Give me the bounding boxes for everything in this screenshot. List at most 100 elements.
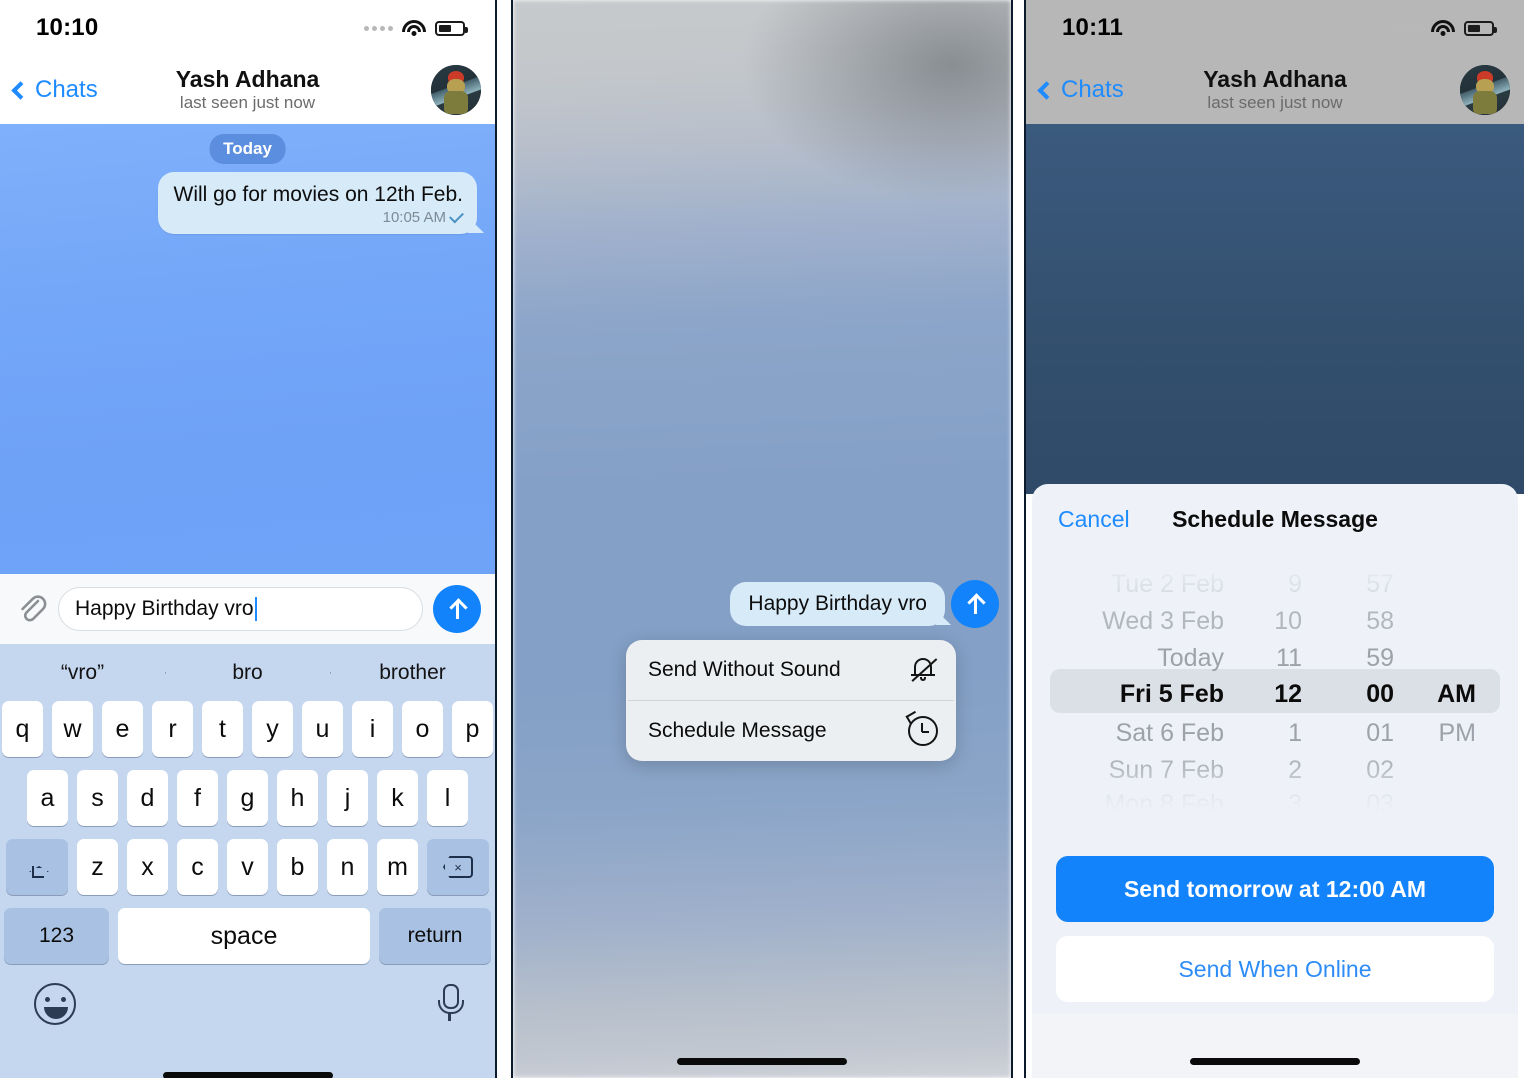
picker-date: Sun 7 Feb — [1108, 756, 1224, 784]
sheet-header: Cancel Schedule Message — [1032, 484, 1518, 554]
paperclip-icon[interactable] — [14, 592, 48, 626]
picker-row[interactable]: Today 11 59 — [1032, 640, 1518, 677]
send-button[interactable] — [433, 585, 481, 633]
picker-hour: 10 — [1274, 607, 1302, 635]
key-f[interactable]: f — [177, 770, 218, 826]
emoji-smiley-icon[interactable] — [34, 983, 76, 1025]
picker-rows: Tue 2 Feb 9 57 Wed 3 Feb 10 58 Today 11 — [1032, 562, 1518, 812]
key-i[interactable]: i — [352, 701, 393, 757]
key-y[interactable]: y — [252, 701, 293, 757]
key-a[interactable]: a — [27, 770, 68, 826]
picker-minute: 58 — [1366, 607, 1394, 635]
picker-hour: 3 — [1288, 790, 1302, 812]
suggestion-0[interactable]: “vro” — [0, 661, 165, 685]
phone-screen-compose: 10:10 Chats Yash Adhana last seen just n… — [0, 0, 497, 1078]
key-z[interactable]: z — [77, 839, 118, 895]
key-n[interactable]: n — [327, 839, 368, 895]
status-indicators — [364, 19, 468, 37]
suggestion-1[interactable]: bro — [165, 661, 330, 685]
send-arrow-up-icon — [450, 599, 464, 619]
key-o[interactable]: o — [402, 701, 443, 757]
key-w[interactable]: w — [52, 701, 93, 757]
picker-row-selected[interactable]: Fri 5 Feb 12 00 AM — [1032, 676, 1518, 713]
picker-minute: 02 — [1366, 756, 1394, 784]
menu-item-send-without-sound[interactable]: Send Without Sound — [626, 640, 956, 700]
numbers-key[interactable]: 123 — [4, 908, 109, 964]
blurred-background — [513, 0, 1011, 1078]
status-time: 10:11 — [1062, 14, 1124, 41]
key-j[interactable]: j — [327, 770, 368, 826]
key-c[interactable]: c — [177, 839, 218, 895]
message-meta: 10:05 AM — [174, 208, 464, 226]
outgoing-message-bubble[interactable]: Will go for movies on 12th Feb. 10:05 AM — [157, 172, 477, 234]
send-when-online-button[interactable]: Send When Online — [1056, 936, 1494, 1002]
signal-dots-icon — [364, 25, 393, 31]
keyboard-row-1: q w e r t y u i o p — [0, 701, 495, 757]
key-l[interactable]: l — [427, 770, 468, 826]
contact-avatar[interactable] — [1460, 65, 1510, 115]
picker-ampm: AM — [1437, 680, 1476, 708]
key-h[interactable]: h — [277, 770, 318, 826]
day-divider: Today — [209, 134, 286, 164]
signal-dots-icon — [1393, 25, 1422, 31]
picker-row[interactable]: Tue 2 Feb 9 57 — [1032, 566, 1518, 603]
return-key[interactable]: return — [379, 908, 491, 964]
cancel-button[interactable]: Cancel — [1058, 506, 1130, 533]
key-d[interactable]: d — [127, 770, 168, 826]
message-input-value: Happy Birthday vro — [75, 597, 254, 620]
battery-icon — [1464, 20, 1497, 36]
navigation-bar: Chats Yash Adhana last seen just now — [1026, 56, 1524, 124]
sent-check-icon — [449, 208, 464, 224]
picker-minute: 03 — [1366, 790, 1394, 812]
picker-row[interactable]: Wed 3 Feb 10 58 — [1032, 603, 1518, 640]
keyboard-bottom-bar — [0, 977, 495, 1025]
key-k[interactable]: k — [377, 770, 418, 826]
date-time-picker[interactable]: Tue 2 Feb 9 57 Wed 3 Feb 10 58 Today 11 — [1032, 562, 1518, 812]
key-v[interactable]: v — [227, 839, 268, 895]
picker-row[interactable]: Sat 6 Feb 1 01 PM — [1032, 715, 1518, 752]
send-options-menu: Send Without Sound Schedule Message — [626, 640, 956, 761]
picker-date: Today — [1157, 644, 1224, 672]
wifi-icon — [1431, 19, 1455, 37]
microphone-icon[interactable] — [437, 984, 464, 1024]
menu-item-schedule-message[interactable]: Schedule Message — [626, 701, 956, 761]
picker-minute: 57 — [1366, 570, 1394, 598]
back-to-chats-button[interactable]: Chats — [1037, 76, 1124, 104]
key-u[interactable]: u — [302, 701, 343, 757]
bell-slash-icon — [910, 655, 938, 685]
key-s[interactable]: s — [77, 770, 118, 826]
sheet-footer — [1032, 1014, 1518, 1078]
home-indicator — [677, 1058, 847, 1065]
send-tomorrow-button[interactable]: Send tomorrow at 12:00 AM — [1056, 856, 1494, 922]
key-x[interactable]: x — [127, 839, 168, 895]
contact-avatar[interactable] — [431, 65, 481, 115]
picker-hour: 1 — [1288, 719, 1302, 747]
message-input-bar: Happy Birthday vro — [0, 574, 495, 644]
battery-icon — [435, 20, 468, 36]
suggestion-2[interactable]: brother — [330, 661, 495, 685]
picker-row[interactable]: Mon 8 Feb 3 03 — [1032, 786, 1518, 812]
message-input[interactable]: Happy Birthday vro — [58, 587, 423, 631]
message-time: 10:05 AM — [382, 209, 446, 226]
key-e[interactable]: e — [102, 701, 143, 757]
back-label: Chats — [35, 76, 98, 103]
shift-key[interactable] — [6, 839, 68, 895]
picker-row[interactable]: Sun 7 Feb 2 02 — [1032, 752, 1518, 789]
back-label: Chats — [1061, 76, 1124, 103]
send-button[interactable] — [951, 580, 999, 628]
picker-hour: 9 — [1288, 570, 1302, 598]
key-p[interactable]: p — [452, 701, 493, 757]
key-g[interactable]: g — [227, 770, 268, 826]
key-b[interactable]: b — [277, 839, 318, 895]
autocorrect-suggestions: “vro” bro brother — [0, 644, 495, 701]
key-q[interactable]: q — [2, 701, 43, 757]
keyboard-row-2: a s d f g h j k l — [0, 770, 495, 826]
back-to-chats-button[interactable]: Chats — [11, 76, 98, 104]
picker-hour: 12 — [1274, 680, 1302, 708]
space-key[interactable]: space — [118, 908, 370, 964]
key-t[interactable]: t — [202, 701, 243, 757]
key-m[interactable]: m — [377, 839, 418, 895]
status-indicators — [1393, 19, 1497, 37]
backspace-key[interactable]: × — [427, 839, 489, 895]
key-r[interactable]: r — [152, 701, 193, 757]
